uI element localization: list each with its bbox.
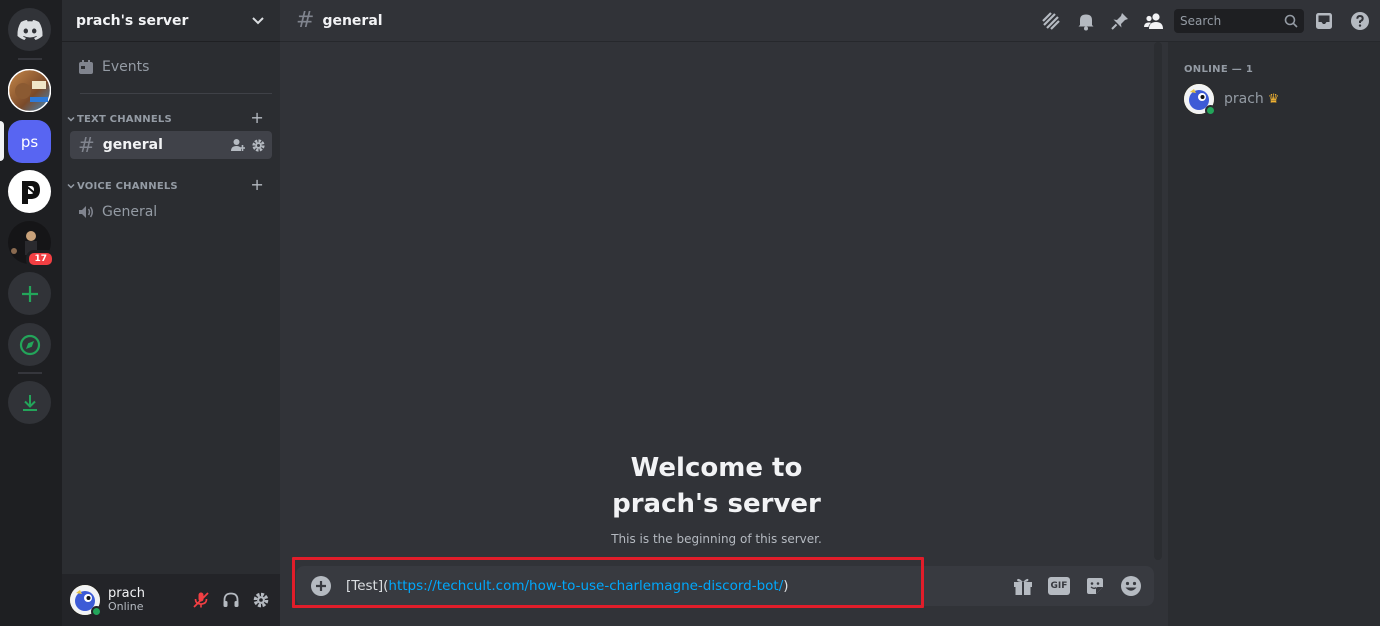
speaker-icon	[79, 206, 93, 218]
server-name: prach's server	[76, 12, 189, 29]
threads-icon[interactable]	[1040, 10, 1062, 32]
home-button[interactable]	[8, 8, 51, 51]
gear-icon[interactable]	[251, 138, 266, 153]
create-channel-icon[interactable]: +	[250, 108, 264, 127]
chat-scrollbar[interactable]	[1154, 42, 1162, 560]
server-initials: ps	[20, 132, 39, 151]
events-item[interactable]: Events	[70, 50, 272, 84]
add-server-button[interactable]	[8, 272, 51, 315]
message-text-suffix: )	[783, 578, 789, 594]
member-group-header: ONLINE — 1	[1184, 64, 1254, 75]
download-apps-button[interactable]	[8, 381, 51, 424]
inbox-icon[interactable]	[1314, 11, 1334, 31]
server-icon-3[interactable]	[8, 170, 51, 213]
chevron-down-icon	[67, 183, 75, 189]
pin-icon[interactable]	[1110, 11, 1130, 31]
create-channel-icon[interactable]: +	[250, 175, 264, 194]
server-header[interactable]: prach's server	[62, 0, 280, 42]
selected-pill	[0, 121, 4, 161]
crown-icon: ♛	[1267, 91, 1280, 107]
online-status-icon	[91, 606, 102, 617]
category-label: TEXT CHANNELS	[77, 113, 172, 125]
chevron-down-icon	[67, 116, 75, 122]
server-rail: ps 17	[0, 0, 62, 626]
download-icon	[22, 394, 37, 411]
avatar	[1184, 84, 1216, 116]
search-placeholder: Search	[1180, 14, 1222, 28]
user-status: Online	[108, 600, 144, 614]
member-name: prach	[1224, 91, 1264, 107]
rail-separator	[18, 372, 42, 374]
rail-separator	[18, 58, 42, 60]
welcome-message: Welcome to prach's server This is the be…	[280, 450, 1153, 546]
add-member-icon[interactable]	[231, 138, 245, 152]
welcome-title-line1: Welcome to	[630, 453, 803, 483]
channel-title: general	[322, 12, 383, 29]
server-icon-1[interactable]	[8, 69, 51, 112]
discord-logo-icon	[16, 19, 43, 40]
server-logo-icon	[21, 180, 40, 204]
welcome-title-line2: prach's server	[612, 489, 821, 519]
headphones-icon[interactable]	[222, 591, 240, 609]
sticker-icon[interactable]	[1084, 575, 1106, 597]
member-list: ONLINE — 1 prach ♛	[1168, 42, 1380, 626]
hash-icon: #	[78, 133, 95, 157]
add-attachment-icon[interactable]	[310, 575, 332, 597]
bell-icon[interactable]	[1076, 11, 1096, 31]
chevron-down-icon	[252, 16, 264, 24]
hash-icon: #	[296, 8, 315, 33]
member-list-icon[interactable]	[1144, 11, 1166, 31]
events-label: Events	[102, 59, 150, 75]
avatar[interactable]	[70, 585, 102, 617]
events-divider	[80, 93, 272, 94]
gif-label: GIF	[1050, 581, 1068, 591]
compass-icon	[19, 334, 40, 355]
username: prach	[108, 585, 145, 601]
gear-icon[interactable]	[252, 591, 270, 609]
user-panel: prach Online	[62, 574, 280, 626]
category-voice-channels[interactable]: VOICE CHANNELS +	[62, 175, 280, 195]
server-icon-prachs-server[interactable]: ps	[8, 120, 51, 163]
emoji-icon[interactable]	[1120, 575, 1142, 597]
welcome-subtitle: This is the beginning of this server.	[611, 532, 822, 546]
search-input[interactable]: Search	[1174, 9, 1304, 33]
plus-icon	[21, 285, 38, 302]
user-names[interactable]: prach Online	[108, 585, 145, 614]
notification-badge: 17	[26, 250, 55, 268]
gift-icon[interactable]	[1012, 575, 1034, 597]
gif-button[interactable]: GIF	[1048, 577, 1070, 595]
channel-label: General	[102, 204, 158, 220]
server-icon-4[interactable]: 17	[8, 221, 55, 268]
member-item[interactable]: prach ♛	[1184, 84, 1280, 116]
voice-channel-general[interactable]: General	[70, 198, 272, 226]
server-avatar-icon	[8, 69, 51, 112]
message-composer[interactable]: [Test](https://techcult.com/how-to-use-c…	[296, 566, 1154, 606]
message-text-prefix: [Test](	[346, 578, 389, 594]
category-text-channels[interactable]: TEXT CHANNELS +	[62, 108, 280, 128]
mic-muted-icon[interactable]	[192, 591, 210, 609]
online-status-icon	[1205, 105, 1216, 116]
channel-sidebar: prach's server Events TEXT CHANNELS + # …	[62, 0, 280, 626]
calendar-icon	[79, 60, 93, 74]
explore-servers-button[interactable]	[8, 323, 51, 366]
message-input[interactable]: [Test](https://techcult.com/how-to-use-c…	[346, 578, 789, 594]
message-link: https://techcult.com/how-to-use-charlema…	[388, 578, 784, 594]
category-label: VOICE CHANNELS	[77, 180, 178, 192]
channel-header: # general Search	[280, 0, 1380, 42]
channel-label: general	[102, 137, 163, 153]
channel-general[interactable]: # general	[70, 131, 272, 159]
search-icon	[1284, 14, 1298, 28]
help-icon[interactable]	[1350, 11, 1370, 31]
chat-area: Welcome to prach's server This is the be…	[280, 42, 1168, 626]
